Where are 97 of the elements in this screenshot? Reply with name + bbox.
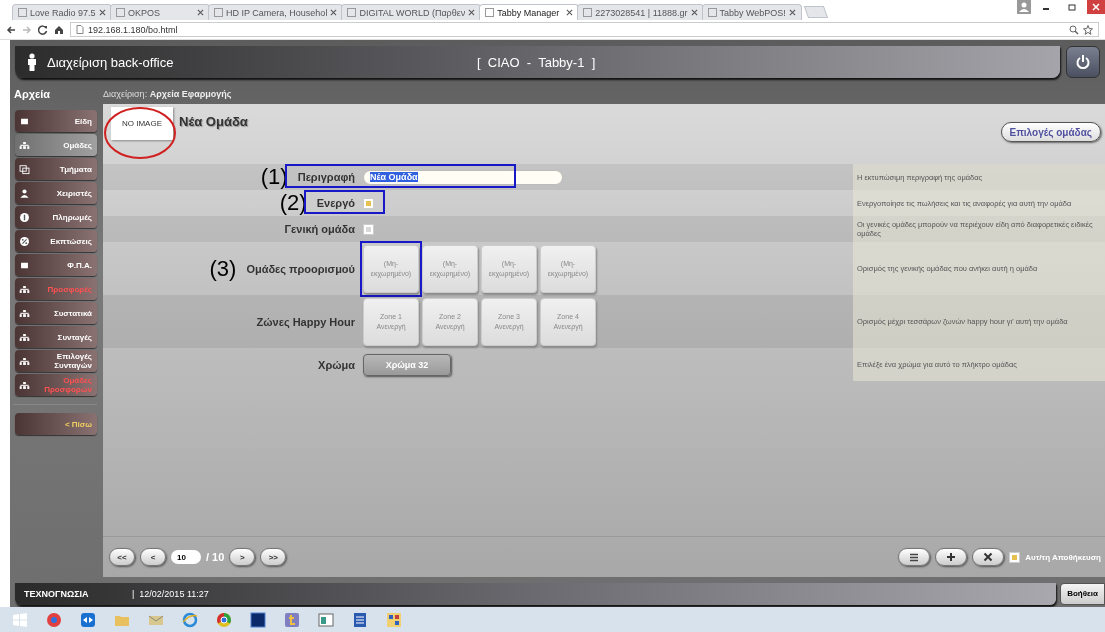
page-icon: [583, 8, 593, 17]
page-icon: [18, 8, 27, 17]
page-icon: [116, 8, 125, 17]
hierarchy-icon: [19, 139, 30, 151]
plus-icon: [946, 552, 957, 562]
back-arrow-icon[interactable]: [6, 24, 16, 35]
reload-icon[interactable]: [38, 24, 48, 35]
back-button[interactable]: < Πίσω: [15, 413, 97, 435]
first-page-button[interactable]: <<: [109, 548, 135, 566]
image-editor-icon[interactable]: [250, 611, 266, 628]
add-button[interactable]: [935, 548, 968, 566]
browser-tab[interactable]: Tabby WebPOS!: [701, 4, 802, 20]
browser-tab[interactable]: HD IP Camera, Househol: [208, 4, 344, 20]
app-icon[interactable]: [284, 611, 300, 628]
close-icon[interactable]: [690, 9, 698, 16]
breadcrumb: Διαχείριση: Αρχεία Εφαρμογής: [103, 88, 233, 101]
image-placeholder[interactable]: NO IMAGE: [111, 107, 173, 140]
station-label: [ CIAO - Tabby-1 ]: [477, 54, 596, 70]
company-name: ΤΕΧΝΟΓΝΩΣΙΑ: [24, 588, 90, 599]
sidebar-heading: Αρχεία: [13, 87, 52, 102]
close-icon[interactable]: [1087, 0, 1105, 14]
window-icon[interactable]: [318, 611, 334, 628]
field-label: Γενική ομάδα: [284, 223, 355, 235]
close-icon[interactable]: [197, 9, 204, 16]
browser-icon[interactable]: [46, 611, 62, 628]
date-time: | 12/02/2015 11:27: [132, 588, 209, 599]
sidebar-item[interactable]: Τμήματα: [15, 158, 97, 180]
power-icon: [1075, 54, 1091, 70]
description-field[interactable]: Νέα Ομάδα: [363, 169, 563, 185]
person-icon: [19, 187, 30, 199]
sidebar-item[interactable]: Επιλογές Συνταγών: [15, 350, 97, 372]
close-icon: [983, 552, 994, 562]
sidebar-item[interactable]: Ομάδες: [15, 134, 97, 156]
menu-icon: [909, 552, 920, 562]
document-icon[interactable]: [352, 611, 368, 628]
sidebar-item[interactable]: Συνταγές: [15, 326, 97, 348]
browser-icon[interactable]: [216, 611, 232, 628]
hierarchy-icon: [19, 331, 30, 343]
page-icon: [707, 8, 717, 17]
browser-tab[interactable]: Love Radio 97.5: [12, 4, 112, 20]
page-icon: [485, 8, 495, 17]
page-icon: [76, 25, 84, 34]
home-icon[interactable]: [54, 24, 64, 35]
browser-tab[interactable]: Tabby Manager: [479, 4, 580, 20]
sidebar-item[interactable]: Συστατικά: [15, 302, 97, 324]
user-icon[interactable]: [1017, 0, 1031, 14]
sidebar-item[interactable]: Πληρωμές: [15, 206, 97, 228]
hierarchy-icon: [19, 307, 30, 319]
next-page-button[interactable]: >: [229, 548, 256, 566]
copy-icon: [19, 163, 30, 175]
help-button[interactable]: Βοήθεια: [1060, 582, 1105, 605]
hierarchy-icon: [19, 355, 30, 367]
sidebar-item[interactable]: Χειριστές: [15, 182, 97, 204]
sidebar-item[interactable]: Φ.Π.Α.: [15, 254, 97, 276]
grid-icon[interactable]: [386, 611, 402, 628]
hierarchy-icon: [19, 379, 30, 391]
browser-tab[interactable]: DIGITAL WORLD (Παρθεν: [341, 4, 482, 20]
annotation-number: (3): [209, 255, 237, 282]
page-total: / 10: [206, 551, 225, 563]
app-title: Διαχείριση back-office: [47, 54, 175, 70]
coin-icon: [19, 211, 30, 223]
field-label: Περιγραφή: [297, 171, 355, 183]
close-icon[interactable]: [330, 9, 338, 16]
close-icon[interactable]: [566, 9, 574, 16]
page-icon: [214, 8, 223, 17]
close-icon[interactable]: [468, 9, 476, 16]
percent-icon: [19, 235, 30, 247]
address-field[interactable]: 192.168.1.180/bo.html: [70, 22, 1099, 37]
checkbox[interactable]: [1009, 551, 1021, 563]
delete-button[interactable]: [972, 548, 1005, 566]
figure-icon: [27, 53, 37, 71]
hierarchy-icon: [19, 283, 30, 295]
menu-button[interactable]: [898, 548, 931, 566]
zoom-icon[interactable]: [1069, 24, 1079, 35]
record-title: Νέα Ομάδα: [179, 114, 248, 129]
last-page-button[interactable]: >>: [260, 548, 287, 566]
checkbox[interactable]: [363, 223, 374, 235]
browser-tab[interactable]: 2273028541 | 11888.gr: [577, 4, 704, 20]
power-button[interactable]: [1066, 46, 1100, 78]
sidebar-item[interactable]: Είδη: [15, 110, 97, 132]
previous-page-button[interactable]: <: [140, 548, 166, 566]
field-label: Ζώνες Happy Hour: [256, 315, 355, 328]
star-icon[interactable]: [1083, 24, 1093, 35]
browser-tab[interactable]: OKPOS: [110, 4, 210, 20]
autosave-label: Αυτ/τη Αποθήκευση: [1025, 552, 1101, 562]
globe-icon[interactable]: [182, 611, 198, 628]
checkbox[interactable]: [363, 197, 374, 209]
close-icon[interactable]: [99, 9, 106, 16]
group-options-button[interactable]: Επιλογές ομάδας: [1000, 122, 1101, 142]
field-label: Ομάδες προορισμού: [246, 262, 355, 275]
page-field[interactable]: 10: [171, 550, 201, 564]
field-label: Χρώμα: [318, 358, 355, 371]
sidebar-item[interactable]: Εκπτώσεις: [15, 230, 97, 252]
page-icon: [347, 8, 357, 17]
close-icon[interactable]: [788, 9, 796, 16]
remote-icon[interactable]: [80, 611, 96, 628]
field-label: Ενεργό: [316, 197, 355, 209]
